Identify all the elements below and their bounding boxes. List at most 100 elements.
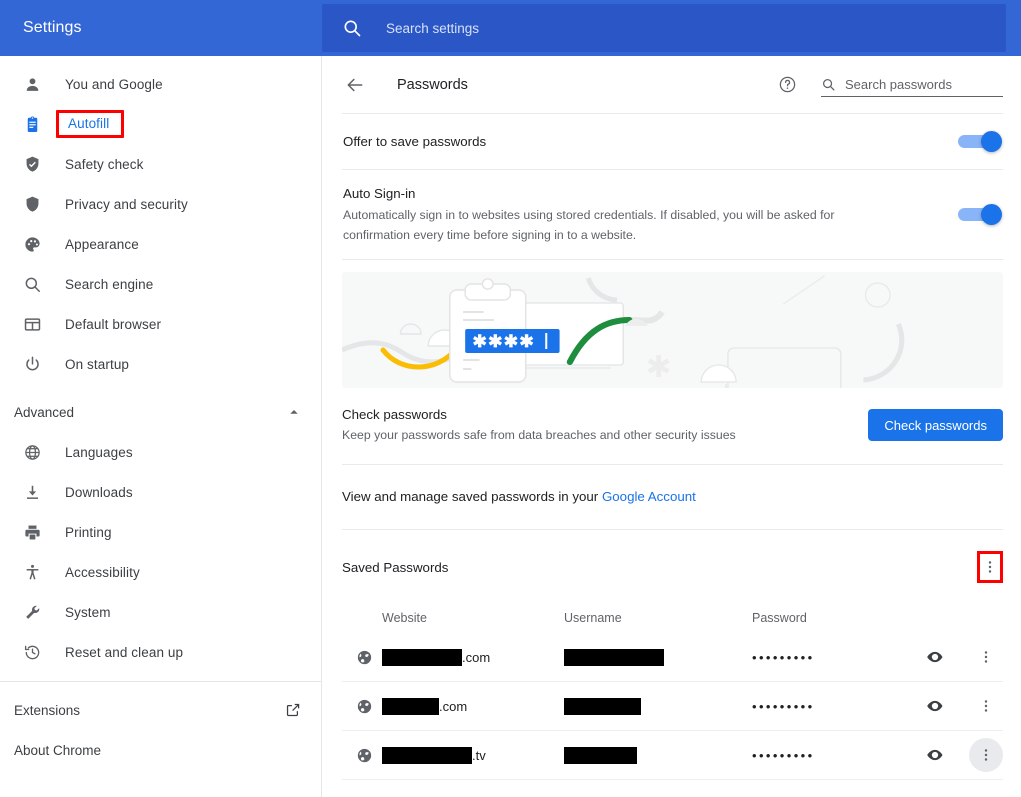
page-title: Passwords xyxy=(397,76,468,93)
column-header-username: Username xyxy=(564,611,622,625)
table-header-row: Website Username Password xyxy=(342,603,1003,633)
offer-to-save-toggle[interactable] xyxy=(958,130,1002,153)
help-circle-icon[interactable] xyxy=(775,73,799,97)
wrench-icon xyxy=(22,602,42,622)
column-header-password: Password xyxy=(752,611,807,625)
more-vert-icon xyxy=(984,700,988,712)
main-content: Passwords Search passwords Offer to save… xyxy=(322,56,1021,797)
check-passwords-row: Check passwords Keep your passwords safe… xyxy=(342,388,1003,464)
sidebar-item-system[interactable]: System xyxy=(0,592,321,632)
google-account-link[interactable]: Google Account xyxy=(602,489,696,504)
manage-passwords-text: View and manage saved passwords in your xyxy=(342,489,602,504)
sidebar-item-label: Default browser xyxy=(65,316,162,332)
power-icon xyxy=(22,354,42,374)
cell-website: .tv xyxy=(382,746,564,764)
auto-signin-description: Automatically sign in to websites using … xyxy=(343,208,835,242)
banner-section: ✱✱✱✱ ✱ xyxy=(342,259,1003,388)
globe-icon xyxy=(342,747,382,764)
table-row[interactable]: .tv ••••••••• xyxy=(342,731,1003,780)
sidebar-item-languages[interactable]: Languages xyxy=(0,432,321,472)
clipboard-icon xyxy=(22,114,42,134)
website-suffix: .com xyxy=(462,649,491,665)
cell-username xyxy=(564,648,752,666)
redacted-username xyxy=(564,648,664,666)
sidebar-item-privacy-and-security[interactable]: Privacy and security xyxy=(0,184,321,224)
eye-icon[interactable] xyxy=(923,743,947,767)
globe-icon xyxy=(342,649,382,666)
saved-passwords-heading: Saved Passwords xyxy=(342,559,449,575)
sidebar-item-autofill[interactable]: Autofill xyxy=(0,104,321,144)
sidebar-item-appearance[interactable]: Appearance xyxy=(0,224,321,264)
sidebar-advanced-toggle[interactable]: Advanced xyxy=(0,392,321,432)
sidebar-item-label: Accessibility xyxy=(65,564,140,580)
sidebar-item-you-and-google[interactable]: You and Google xyxy=(0,64,321,104)
svg-text:✱: ✱ xyxy=(646,350,672,384)
column-header-website: Website xyxy=(382,611,427,625)
globe-icon xyxy=(22,442,42,462)
auto-signin-row: Auto Sign-in Automatically sign in to we… xyxy=(342,169,1003,259)
website-suffix: .tv xyxy=(472,747,486,763)
manage-passwords-row: View and manage saved passwords in your … xyxy=(342,464,1003,529)
sidebar-item-accessibility[interactable]: Accessibility xyxy=(0,552,321,592)
sidebar-item-safety-check[interactable]: Safety check xyxy=(0,144,321,184)
search-settings-input[interactable]: Search settings xyxy=(322,4,1006,52)
eye-icon[interactable] xyxy=(923,694,947,718)
redacted-website xyxy=(382,648,462,666)
shield-icon xyxy=(22,194,42,214)
sidebar-item-printing[interactable]: Printing xyxy=(0,512,321,552)
row-menu-button[interactable] xyxy=(974,645,998,669)
printer-icon xyxy=(22,522,42,542)
cell-username xyxy=(564,697,752,715)
cell-password: ••••••••• xyxy=(752,698,815,714)
check-passwords-description: Keep your passwords safe from data breac… xyxy=(342,428,736,442)
sidebar-item-downloads[interactable]: Downloads xyxy=(0,472,321,512)
settings-window: Settings Search settings You and Google xyxy=(0,0,1021,797)
saved-passwords-menu-button[interactable] xyxy=(977,551,1003,583)
window-body: You and Google Autofill Safety check Pri… xyxy=(0,56,1021,797)
passwords-illustration: ✱✱✱✱ ✱ xyxy=(342,272,1003,388)
cell-username xyxy=(564,746,752,764)
search-icon xyxy=(821,77,836,92)
sidebar-item-search-engine[interactable]: Search engine xyxy=(0,264,321,304)
table-row[interactable]: .com ••••••••• xyxy=(342,633,1003,682)
sidebar-item-extensions[interactable]: Extensions xyxy=(0,690,321,730)
cell-password: ••••••••• xyxy=(752,649,815,665)
search-settings-placeholder: Search settings xyxy=(386,20,480,36)
globe-icon xyxy=(342,698,382,715)
row-menu-button[interactable] xyxy=(969,738,1003,772)
toggle-knob xyxy=(981,203,1002,225)
auto-signin-toggle[interactable] xyxy=(958,203,1002,226)
search-passwords-input[interactable]: Search passwords xyxy=(821,73,1003,97)
sidebar-item-about-chrome[interactable]: About Chrome xyxy=(0,730,321,770)
sidebar-item-label: Search engine xyxy=(65,276,154,292)
sidebar-item-reset-and-clean-up[interactable]: Reset and clean up xyxy=(0,632,321,672)
redacted-website xyxy=(382,697,439,715)
saved-passwords-header: Saved Passwords xyxy=(342,529,1003,589)
row-menu-button[interactable] xyxy=(974,694,998,718)
offer-to-save-passwords-row: Offer to save passwords xyxy=(342,113,1003,169)
search-icon xyxy=(22,274,42,294)
sidebar-item-default-browser[interactable]: Default browser xyxy=(0,304,321,344)
sidebar-item-on-startup[interactable]: On startup xyxy=(0,344,321,384)
history-restore-icon xyxy=(22,642,42,662)
saved-passwords-table: Website Username Password .com •••••••••… xyxy=(342,603,1003,780)
autofill-highlight-box: Autofill xyxy=(56,110,125,138)
sidebar-item-label: Extensions xyxy=(14,702,81,718)
sidebar-item-label: Printing xyxy=(65,524,112,540)
cell-website: .com xyxy=(382,697,564,715)
search-passwords-placeholder: Search passwords xyxy=(845,76,952,92)
chevron-up-icon xyxy=(287,405,301,419)
external-link-icon xyxy=(285,702,301,718)
page-header: Passwords Search passwords xyxy=(322,56,1021,113)
sidebar-item-label: Autofill xyxy=(68,116,110,131)
table-row[interactable]: .com ••••••••• xyxy=(342,682,1003,731)
cell-password: ••••••••• xyxy=(752,747,815,763)
arrow-left-icon[interactable] xyxy=(342,72,368,98)
download-icon xyxy=(22,482,42,502)
check-passwords-button[interactable]: Check passwords xyxy=(868,409,1003,441)
sidebar-item-label: Reset and clean up xyxy=(65,644,184,660)
eye-icon[interactable] xyxy=(923,645,947,669)
browser-window-icon xyxy=(22,314,42,334)
offer-to-save-text: Offer to save passwords xyxy=(343,118,942,166)
check-passwords-title: Check passwords xyxy=(342,407,447,422)
